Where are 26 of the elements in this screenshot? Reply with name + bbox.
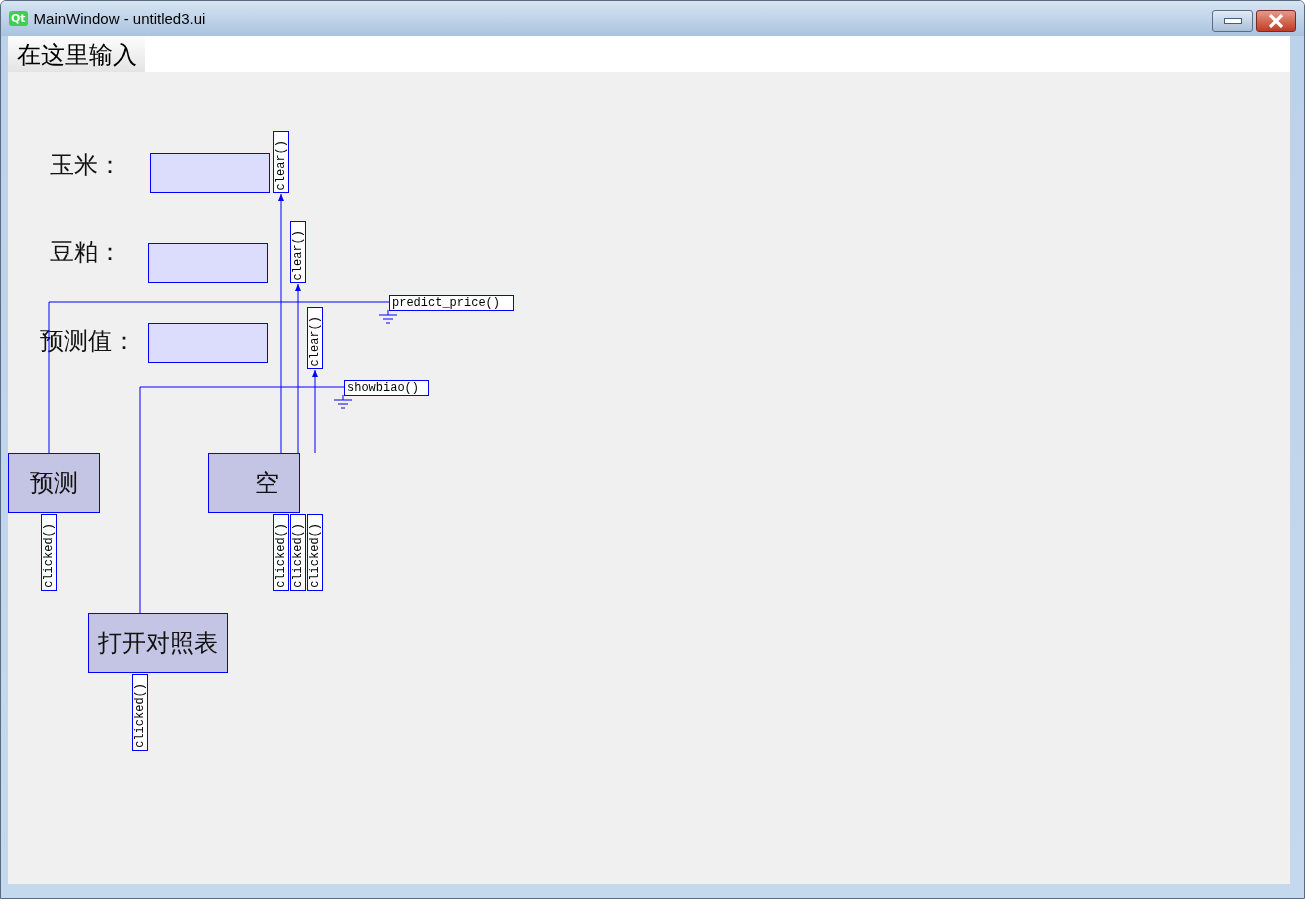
signal-label[interactable]: clicked() <box>273 514 289 591</box>
window-title: MainWindow - untitled3.ui <box>33 10 206 27</box>
slot-label[interactable]: predict_price() <box>389 295 514 311</box>
form-label: 玉米： <box>50 151 122 180</box>
close-button[interactable] <box>1256 10 1296 32</box>
form-label: 预测值： <box>40 327 136 356</box>
minimize-icon <box>1223 18 1242 24</box>
push-button[interactable]: 空 <box>208 453 300 513</box>
menu-placeholder[interactable]: 在这里输入 <box>8 36 145 72</box>
slot-label[interactable]: clear() <box>307 307 323 369</box>
signal-label[interactable]: clicked() <box>290 514 306 591</box>
minimize-button[interactable] <box>1212 10 1253 32</box>
push-button[interactable]: 打开对照表 <box>88 613 228 673</box>
signal-label[interactable]: clicked() <box>132 674 148 751</box>
form-label: 豆粕： <box>50 238 122 267</box>
signal-label[interactable]: clicked() <box>41 514 57 591</box>
app-logo-icon: Qt <box>9 11 28 26</box>
line-edit[interactable] <box>150 153 270 193</box>
push-button[interactable]: 预测 <box>8 453 100 513</box>
close-icon <box>1268 14 1284 28</box>
slot-label[interactable]: clear() <box>273 131 289 193</box>
signal-label[interactable]: clicked() <box>307 514 323 591</box>
line-edit[interactable] <box>148 243 268 283</box>
slot-label[interactable]: clear() <box>290 221 306 283</box>
line-edit[interactable] <box>148 323 268 363</box>
slot-label[interactable]: showbiao() <box>344 380 429 396</box>
